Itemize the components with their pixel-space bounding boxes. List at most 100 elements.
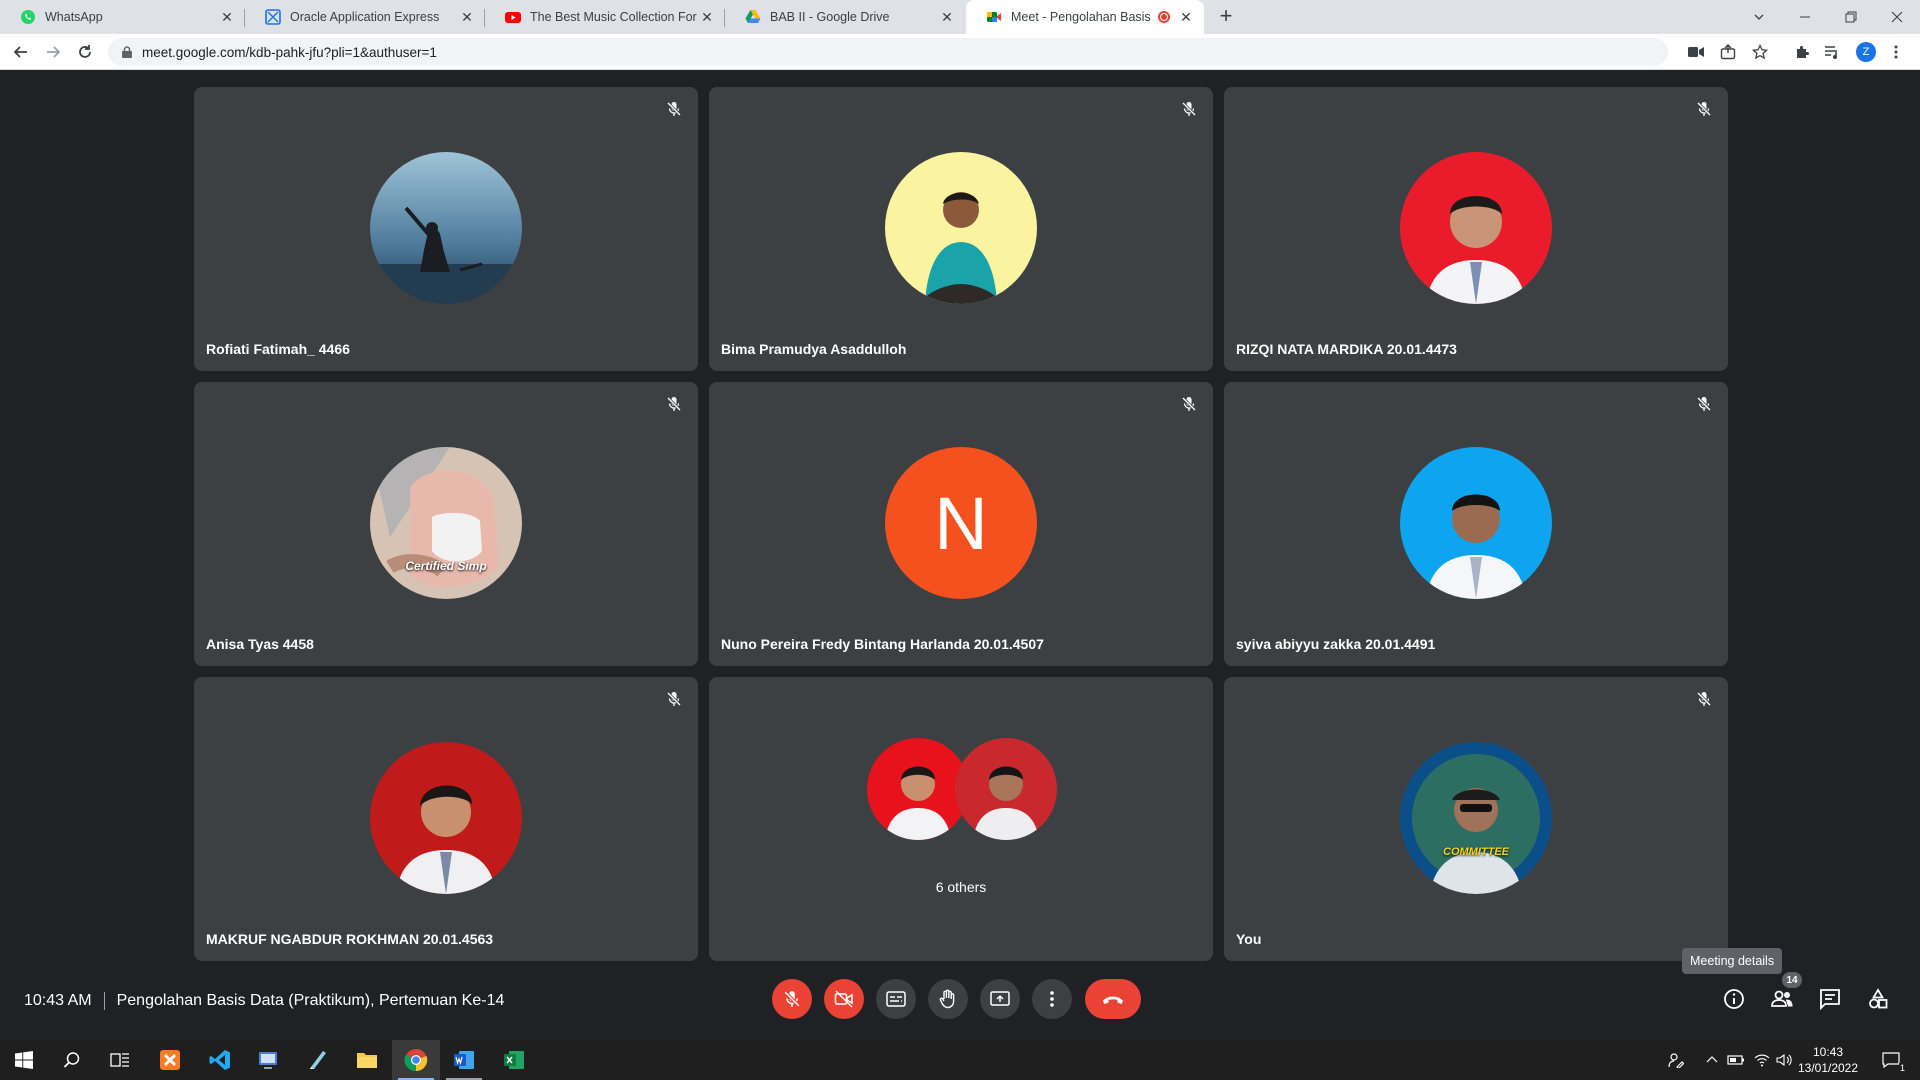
- tab-label: Oracle Application Express: [290, 10, 440, 24]
- close-tab-icon[interactable]: ✕: [939, 9, 955, 25]
- participant-name: Nuno Pereira Fredy Bintang Harlanda 20.0…: [721, 636, 1044, 652]
- reload-icon[interactable]: [72, 39, 98, 65]
- tab-search-icon[interactable]: [1736, 0, 1782, 34]
- tab-whatsapp[interactable]: WhatsApp ✕: [0, 0, 245, 34]
- mic-off-icon: [783, 990, 801, 1008]
- avatar-letter: N: [934, 481, 988, 565]
- participant-avatar: Certified Simp: [370, 447, 522, 599]
- participant-tile[interactable]: Certified Simp Anisa Tyas 4458: [194, 382, 698, 666]
- participant-count-badge: 14: [1782, 972, 1802, 988]
- others-tile[interactable]: 6 others: [709, 677, 1213, 961]
- self-avatar: COMMITTEE: [1400, 742, 1552, 894]
- participant-avatar: [370, 152, 522, 304]
- captions-button[interactable]: [876, 979, 916, 1019]
- participant-tile[interactable]: N Nuno Pereira Fredy Bintang Harlanda 20…: [709, 382, 1213, 666]
- browser-menu-icon[interactable]: [1886, 42, 1906, 62]
- taskbar-app-vscode[interactable]: [196, 1040, 244, 1080]
- participant-avatar: [370, 742, 522, 894]
- wifi-icon[interactable]: [1752, 1050, 1772, 1070]
- taskbar-app-notes[interactable]: [294, 1040, 342, 1080]
- present-screen-button[interactable]: [980, 979, 1020, 1019]
- raise-hand-button[interactable]: [928, 979, 968, 1019]
- drive-icon: [745, 9, 761, 25]
- activities-button[interactable]: [1860, 981, 1896, 1017]
- notification-count: 1: [1898, 1063, 1906, 1073]
- back-icon[interactable]: [8, 39, 34, 65]
- extensions-icon[interactable]: [1792, 42, 1812, 62]
- mic-toggle-button[interactable]: [772, 979, 812, 1019]
- others-avatar: [955, 738, 1057, 840]
- self-tile[interactable]: COMMITTEE You: [1224, 677, 1728, 961]
- tab-oracle-apex[interactable]: Oracle Application Express ✕: [245, 0, 485, 34]
- battery-icon[interactable]: [1726, 1050, 1746, 1070]
- start-button[interactable]: [0, 1040, 48, 1080]
- more-options-button[interactable]: [1032, 979, 1072, 1019]
- others-avatar: [867, 738, 969, 840]
- mic-off-icon: [1692, 687, 1716, 711]
- taskbar-app-database[interactable]: [244, 1040, 292, 1080]
- profile-avatar[interactable]: Z: [1856, 42, 1876, 62]
- media-controls-icon[interactable]: [1822, 42, 1842, 62]
- tab-label: WhatsApp: [45, 10, 103, 24]
- pen-workspace-icon[interactable]: [1666, 1050, 1686, 1070]
- address-bar[interactable]: meet.google.com/kdb-pahk-jfu?pli=1&authu…: [108, 38, 1668, 66]
- participant-tile[interactable]: Rofiati Fatimah_ 4466: [194, 87, 698, 371]
- camera-toggle-button[interactable]: [824, 979, 864, 1019]
- letter-avatar: N: [885, 447, 1037, 599]
- leave-call-button[interactable]: [1085, 979, 1141, 1019]
- meeting-details-button[interactable]: [1716, 981, 1752, 1017]
- window-close-icon[interactable]: [1874, 0, 1920, 34]
- restore-icon[interactable]: [1828, 0, 1874, 34]
- camera-off-icon: [834, 990, 854, 1008]
- participant-tile[interactable]: RIZQI NATA MARDIKA 20.01.4473: [1224, 87, 1728, 371]
- new-tab-button[interactable]: +: [1214, 5, 1238, 29]
- meeting-clock: 10:43 AM: [24, 992, 92, 1009]
- close-tab-icon[interactable]: ✕: [699, 9, 715, 25]
- taskbar-app-chrome[interactable]: [392, 1040, 440, 1080]
- meeting-info: 10:43 AM Pengolahan Basis Data (Praktiku…: [24, 992, 504, 1010]
- word-icon: [453, 1049, 475, 1071]
- forward-icon[interactable]: [40, 39, 66, 65]
- tab-google-meet[interactable]: Meet - Pengolahan Basis Dat ✕: [966, 0, 1204, 34]
- show-hidden-icons-icon[interactable]: [1702, 1050, 1722, 1070]
- participant-name: Anisa Tyas 4458: [206, 636, 314, 652]
- xampp-icon: [159, 1049, 181, 1071]
- tab-label: The Best Music Collection For St: [530, 10, 699, 24]
- camera-in-use-icon[interactable]: [1686, 42, 1706, 62]
- mic-off-icon: [1177, 97, 1201, 121]
- taskbar-app-xampp[interactable]: [146, 1040, 194, 1080]
- others-count-label: 6 others: [935, 879, 987, 895]
- tab-google-drive[interactable]: BAB II - Google Drive ✕: [725, 0, 965, 34]
- taskbar-app-excel[interactable]: [490, 1040, 538, 1080]
- more-vert-icon: [1050, 991, 1054, 1007]
- close-tab-icon[interactable]: ✕: [219, 9, 235, 25]
- youtube-icon: [505, 9, 521, 25]
- participant-name: You: [1236, 931, 1262, 947]
- taskbar-app-word[interactable]: [440, 1040, 488, 1080]
- bookmark-star-icon[interactable]: [1750, 42, 1770, 62]
- close-tab-icon[interactable]: ✕: [1178, 9, 1194, 25]
- apex-icon: [265, 9, 281, 25]
- recording-icon: [1158, 11, 1170, 23]
- taskbar-app-file-explorer[interactable]: [343, 1040, 391, 1080]
- tab-youtube-music[interactable]: The Best Music Collection For St ✕: [485, 0, 725, 34]
- share-icon[interactable]: [1718, 42, 1738, 62]
- chat-button[interactable]: [1812, 981, 1848, 1017]
- tab-label: BAB II - Google Drive: [770, 10, 890, 24]
- minimize-icon[interactable]: [1782, 0, 1828, 34]
- captions-icon: [886, 991, 906, 1007]
- close-tab-icon[interactable]: ✕: [459, 9, 475, 25]
- task-view-button[interactable]: [96, 1040, 144, 1080]
- notifications-button[interactable]: 1: [1878, 1050, 1906, 1073]
- info-icon: [1723, 988, 1745, 1010]
- hang-up-icon: [1101, 993, 1125, 1005]
- system-clock[interactable]: 10:43 13/01/2022: [1788, 1044, 1868, 1076]
- participant-tile[interactable]: syiva abiyyu zakka 20.01.4491: [1224, 382, 1728, 666]
- clock-date: 13/01/2022: [1797, 1061, 1859, 1075]
- participant-tile[interactable]: Bima Pramudya Asaddulloh: [709, 87, 1213, 371]
- search-button[interactable]: [48, 1040, 96, 1080]
- participant-tile[interactable]: MAKRUF NGABDUR ROKHMAN 20.01.4563: [194, 677, 698, 961]
- excel-icon: [503, 1049, 525, 1071]
- activities-icon: [1867, 988, 1889, 1010]
- lock-icon: [122, 46, 132, 58]
